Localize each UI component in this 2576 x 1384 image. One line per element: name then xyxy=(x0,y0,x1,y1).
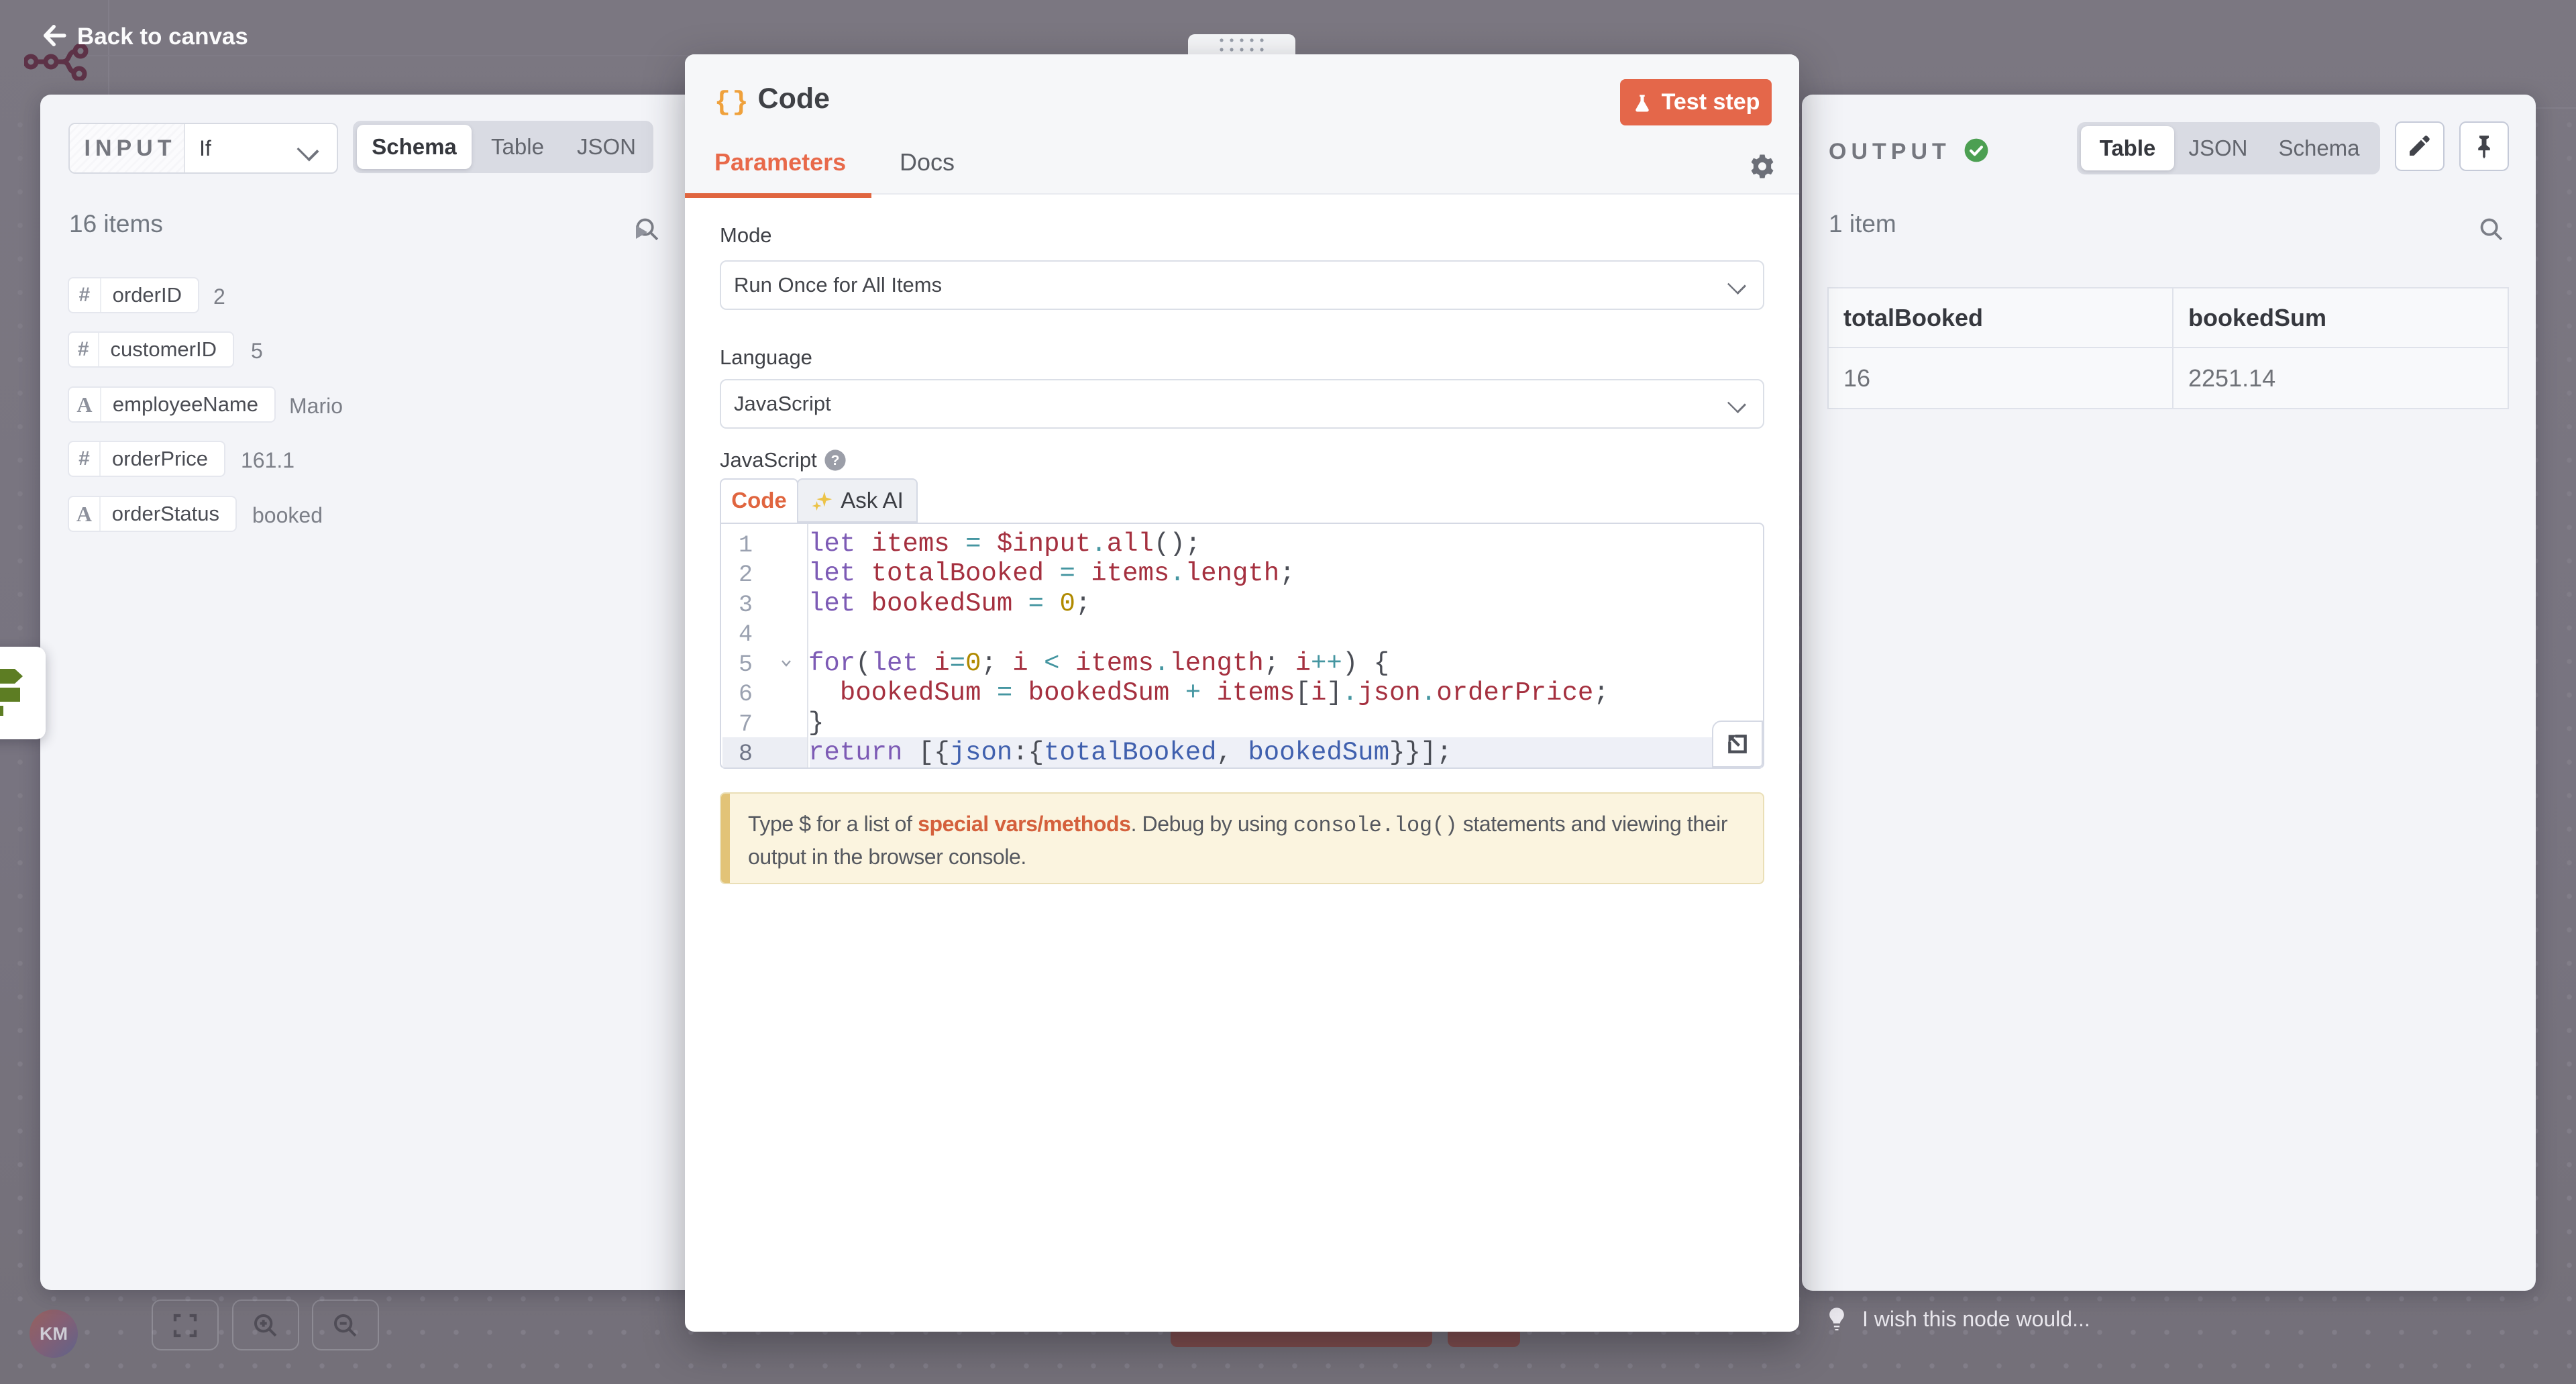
svg-text:?: ? xyxy=(831,452,840,468)
